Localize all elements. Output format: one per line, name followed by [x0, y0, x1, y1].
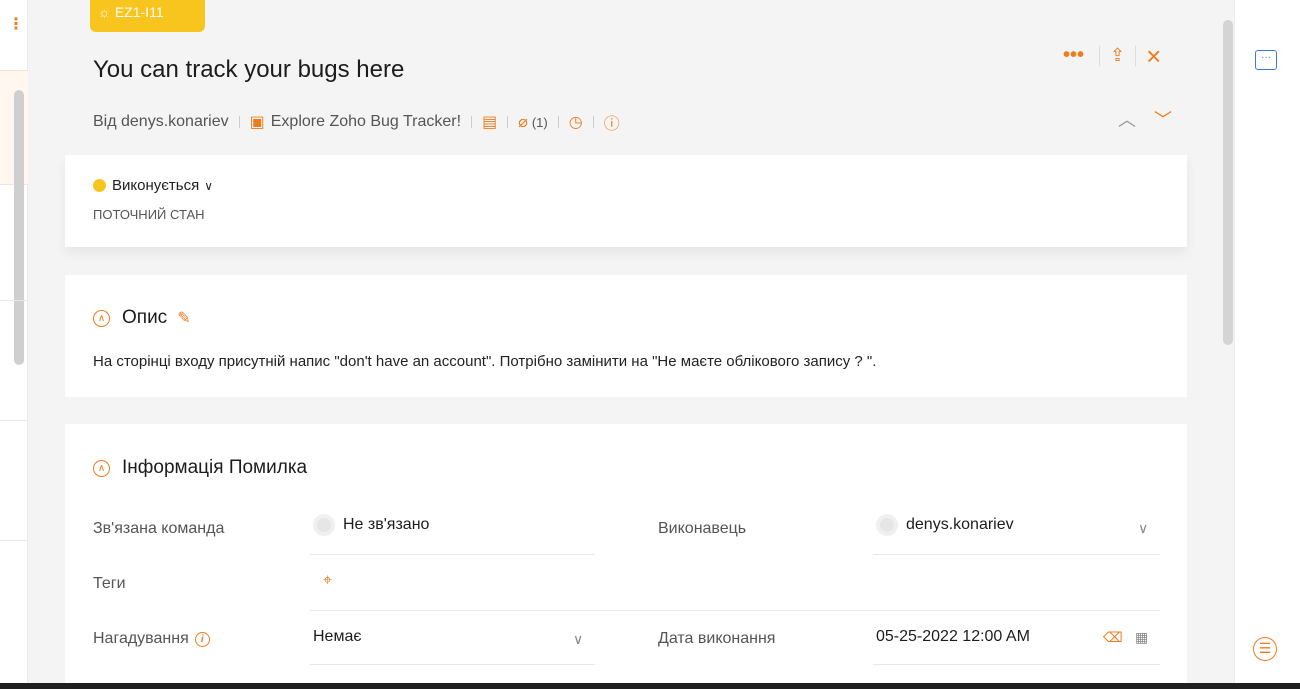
add-tag-icon[interactable]: ⌖ — [323, 572, 332, 590]
bug-id-badge: ☼ EZ1-I11 — [90, 0, 205, 32]
description-card: ∧ Опис ✎ На сторінці входу присутній нап… — [65, 275, 1187, 397]
description-title: Опис — [122, 307, 168, 328]
bug-icon: ☼ — [98, 4, 111, 20]
bug-header: ☼ EZ1-I11 You can track your bugs here ••… — [28, 0, 1234, 152]
divider — [471, 116, 473, 128]
status-dropdown[interactable]: Виконується ∨ — [93, 177, 213, 194]
status-value: Виконується — [112, 177, 200, 194]
divider — [0, 420, 28, 421]
clear-date-icon[interactable]: ⌫ — [1103, 629, 1123, 646]
pencil-icon[interactable]: ✎ — [177, 308, 190, 328]
reminder-value[interactable]: Немає — [313, 628, 362, 646]
due-date-label: Дата виконання — [658, 630, 776, 647]
chevron-up-icon[interactable]: ︿ — [1118, 106, 1136, 132]
briefcase-icon: ▣ — [249, 114, 265, 131]
avatar — [313, 514, 335, 536]
team-value: Не зв'язано — [343, 516, 430, 533]
team-field[interactable]: Не зв'язано — [313, 514, 429, 536]
bottom-bar — [0, 683, 1300, 689]
description-text: На сторінці входу присутній напис "don't… — [93, 353, 877, 370]
divider — [238, 116, 240, 128]
close-icon[interactable]: × — [1146, 43, 1161, 69]
bug-navigation: ︿ ﹀ — [1118, 106, 1172, 132]
divider — [592, 116, 594, 128]
chevron-down-icon[interactable]: ∨ — [1138, 520, 1148, 537]
calendar-icon[interactable]: ▦ — [1135, 629, 1148, 646]
bug-id: EZ1-I11 — [114, 4, 164, 20]
more-options-icon[interactable]: ••• — [1063, 44, 1089, 67]
field-divider — [873, 554, 1160, 555]
chevron-down-icon[interactable]: ﹀ — [1154, 106, 1172, 132]
attachment-icon[interactable]: ⌀ — [518, 112, 528, 132]
info-card: ∧ Інформація Помилка Зв'язана команда Не… — [65, 424, 1187, 683]
field-divider — [310, 664, 595, 665]
left-sidebar: ⋮ — [0, 0, 28, 689]
info-title: Інформація Помилка — [122, 457, 308, 478]
info-icon[interactable]: ⓘ — [604, 110, 620, 134]
left-scrollbar[interactable] — [14, 90, 24, 365]
info-icon[interactable]: i — [194, 631, 210, 647]
divider — [1099, 45, 1100, 66]
status-caption: ПОТОЧНИЙ СТАН — [93, 207, 205, 222]
status-card: Виконується ∨ ПОТОЧНИЙ СТАН — [65, 155, 1187, 247]
tags-label: Теги — [93, 575, 126, 592]
bug-title[interactable]: You can track your bugs here — [93, 56, 404, 84]
status-dot — [93, 179, 106, 192]
comment-icon[interactable]: ▤ — [482, 112, 497, 132]
collapse-icon[interactable]: ∧ — [93, 459, 110, 477]
panel-scrollbar[interactable] — [1223, 20, 1233, 345]
timer-icon[interactable]: ◷ — [569, 112, 583, 132]
reporter: Від denys.konariev — [93, 113, 229, 130]
divider — [0, 540, 28, 541]
divider — [1135, 45, 1137, 66]
header-actions: ••• ⇪ × — [1063, 43, 1161, 69]
bug-detail-panel: ☼ EZ1-I11 You can track your bugs here ••… — [28, 0, 1234, 683]
team-label: Зв'язана команда — [93, 520, 225, 537]
avatar — [876, 514, 898, 536]
divider — [0, 300, 28, 301]
chat-icon[interactable]: ··· — [1255, 50, 1277, 70]
description-header: ∧ Опис ✎ — [93, 307, 191, 329]
chevron-down-icon: ∨ — [204, 178, 213, 193]
info-header: ∧ Інформація Помилка — [93, 457, 307, 479]
field-divider — [873, 664, 1160, 665]
reminder-label: Нагадування — [93, 630, 189, 647]
assignee-label: Виконавець — [658, 520, 747, 537]
field-divider — [310, 610, 1160, 611]
bug-meta: Від denys.konariev ▣ Explore Zoho Bug Tr… — [93, 110, 620, 134]
divider — [557, 116, 559, 128]
follow-user-icon[interactable]: ⇪ — [1110, 45, 1125, 66]
more-vertical-icon[interactable]: ⋮ — [8, 17, 24, 33]
assignee-value: denys.konariev — [906, 516, 1014, 533]
right-sidebar: ··· ☰ — [1234, 0, 1300, 683]
chevron-down-icon[interactable]: ∨ — [573, 631, 583, 648]
attachment-count[interactable]: (1) — [532, 115, 548, 130]
divider — [507, 116, 509, 128]
due-date-value[interactable]: 05-25-2022 12:00 AM — [876, 628, 1030, 646]
expand-panel-icon[interactable]: ☰ — [1253, 637, 1277, 661]
field-divider — [310, 554, 595, 555]
project-link[interactable]: Explore Zoho Bug Tracker! — [271, 113, 461, 131]
assignee-field[interactable]: denys.konariev — [876, 514, 1014, 536]
collapse-icon[interactable]: ∧ — [93, 309, 110, 327]
reminder-label-group: Нагадування i — [93, 630, 210, 648]
